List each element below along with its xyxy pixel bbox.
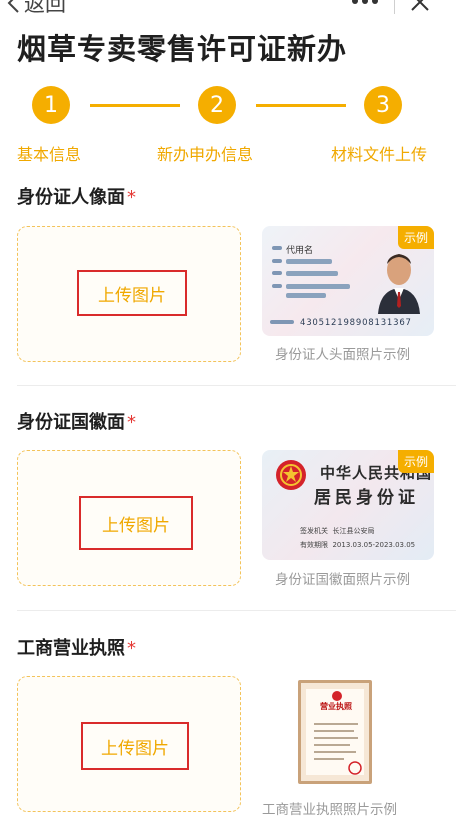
step-2-label: 新办申办信息	[157, 145, 254, 164]
license-paper: 营业执照	[306, 689, 364, 775]
step-3-circle: 3	[364, 86, 402, 124]
required-mark: *	[127, 187, 136, 208]
section-title-business-license: 工商营业执照 *	[17, 634, 136, 660]
sample-caption: 身份证国徽面照片示例	[275, 572, 410, 588]
field-key	[270, 320, 294, 324]
step-connector	[256, 104, 346, 107]
sample-authority: 签发机关 长江县公安局	[300, 526, 374, 536]
seal-icon	[348, 761, 362, 775]
validity-value: 2013.03.05-2023.03.05	[332, 541, 416, 549]
section-divider	[17, 385, 456, 386]
sample-caption: 身份证人头面照片示例	[275, 347, 410, 363]
field-key	[272, 246, 282, 250]
license-title: 营业执照	[320, 702, 352, 711]
section-title-id-front: 身份证人像面 *	[17, 183, 136, 209]
section-title-text: 工商营业执照	[17, 638, 125, 659]
license-line	[314, 730, 354, 732]
step-1-circle: 1	[32, 86, 70, 124]
id-front-sample-image: 示例 代用名 430512198908131367	[262, 226, 434, 336]
top-bar-divider	[394, 0, 395, 14]
license-line	[314, 744, 350, 746]
required-mark: *	[127, 638, 136, 659]
step-1-label: 基本信息	[17, 145, 82, 164]
upload-area-id-front[interactable]: 上传图片	[17, 226, 241, 362]
sample-validity: 有效期限 2013.03.05-2023.03.05	[300, 540, 415, 550]
id-back-sample-image: 中华人民共和国 居民身份证 签发机关 长江县公安局 有效期限 2013.03.0…	[262, 450, 434, 560]
national-emblem-icon	[276, 460, 306, 490]
portrait-icon	[378, 254, 420, 314]
sample-card-subtitle: 居民身份证	[314, 488, 419, 508]
field-key	[272, 284, 282, 288]
sample-tag: 示例	[397, 450, 434, 473]
field-key	[272, 271, 282, 275]
business-license-sample-image: 营业执照	[298, 680, 372, 784]
upload-image-button[interactable]: 上传图片	[81, 722, 189, 770]
field-value	[286, 284, 350, 289]
step-3-label: 材料文件上传	[331, 145, 428, 164]
section-title-text: 身份证国徽面	[17, 412, 125, 433]
sample-tag: 示例	[397, 226, 434, 249]
authority-value: 长江县公安局	[332, 527, 375, 535]
authority-label: 签发机关	[300, 527, 328, 535]
section-title-id-back: 身份证国徽面 *	[17, 408, 136, 434]
upload-image-button[interactable]: 上传图片	[79, 496, 193, 550]
validity-label: 有效期限	[300, 541, 328, 549]
license-line	[314, 751, 356, 753]
sample-caption: 工商营业执照照片示例	[262, 802, 397, 818]
more-dots-icon[interactable]	[352, 0, 380, 8]
page-title: 烟草专卖零售许可证新办	[17, 32, 348, 66]
section-divider	[17, 610, 456, 611]
step-2-circle: 2	[198, 86, 236, 124]
upload-area-business-license[interactable]: 上传图片	[17, 676, 241, 812]
step-connector	[90, 104, 180, 107]
chevron-left-icon	[7, 0, 19, 13]
back-label: 返回	[24, 0, 66, 16]
section-title-text: 身份证人像面	[17, 187, 125, 208]
upload-image-button[interactable]: 上传图片	[77, 270, 187, 316]
field-value	[286, 259, 332, 264]
required-mark: *	[127, 412, 136, 433]
progress-stepper: 1 2 3	[0, 86, 473, 126]
sample-id-number: 430512198908131367	[300, 318, 412, 328]
close-icon[interactable]	[408, 0, 432, 14]
field-key	[272, 259, 282, 263]
top-bar: 返回	[0, 0, 473, 22]
field-value	[286, 293, 326, 298]
license-line	[314, 737, 358, 739]
field-value	[286, 271, 338, 276]
license-line	[314, 723, 358, 725]
upload-area-id-back[interactable]: 上传图片	[17, 450, 241, 586]
license-line	[314, 758, 344, 760]
back-button[interactable]: 返回	[6, 0, 66, 18]
sample-name: 代用名	[286, 246, 314, 256]
